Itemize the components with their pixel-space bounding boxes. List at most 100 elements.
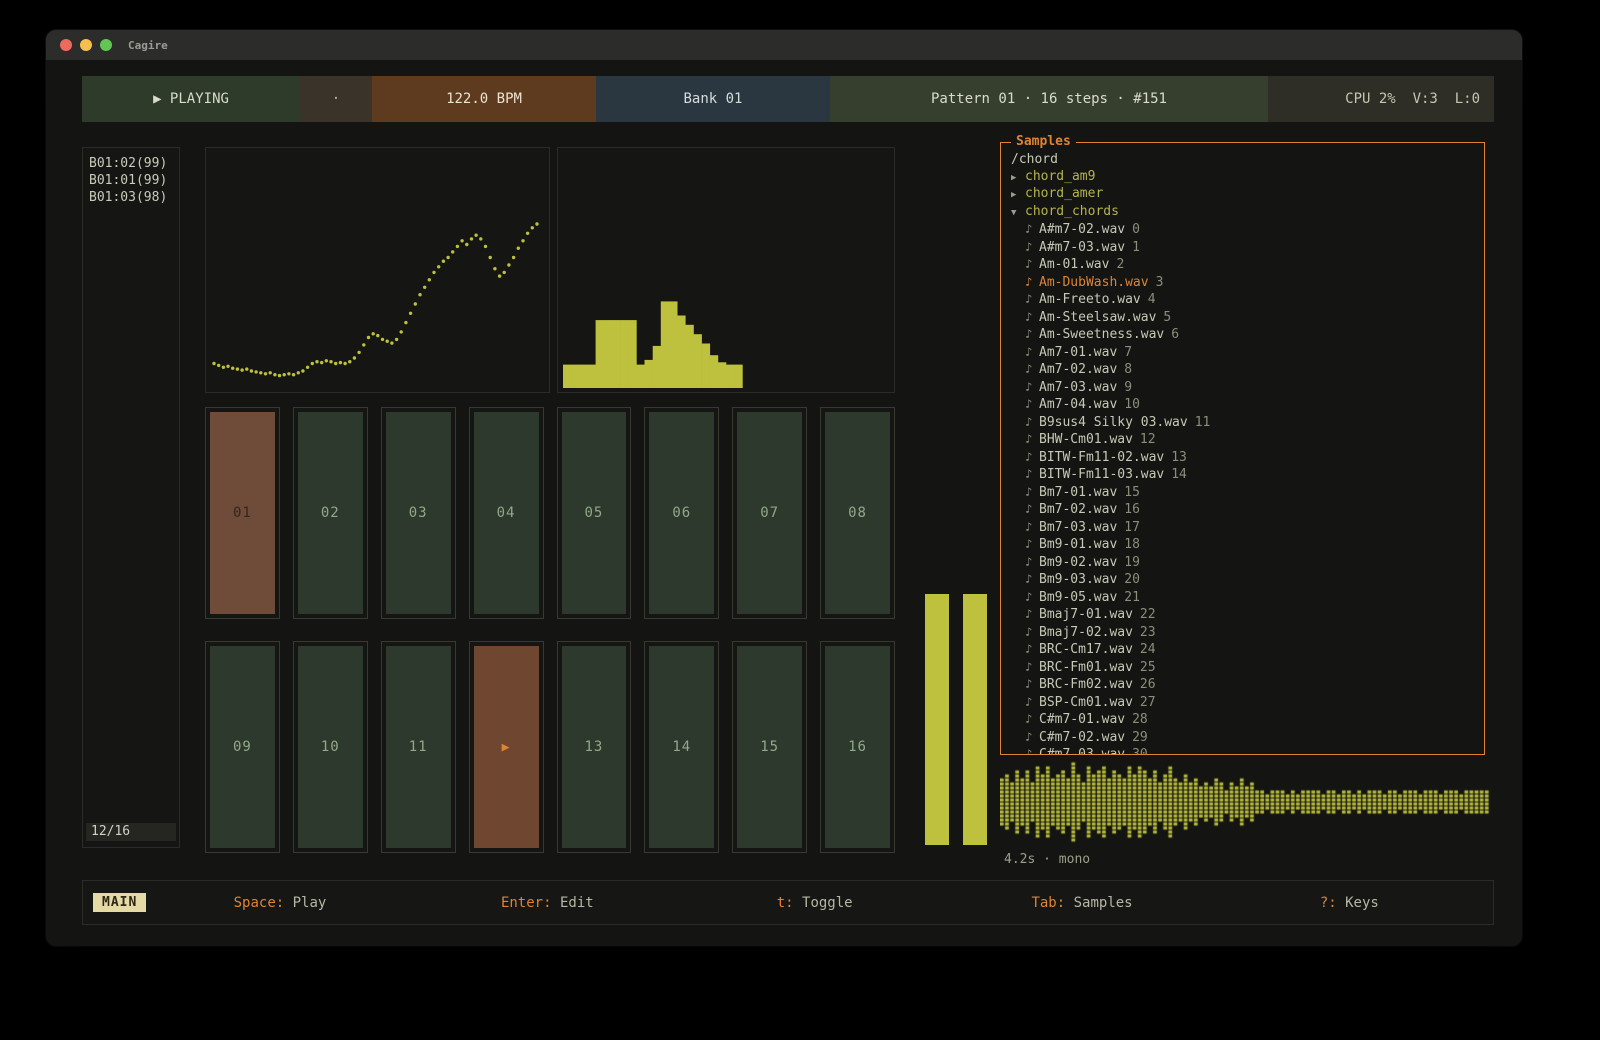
minimize-button[interactable] (80, 39, 92, 51)
hint-key: t: (777, 895, 794, 911)
pad-03[interactable]: 03 (381, 407, 456, 619)
pad-surface: 09 (210, 646, 275, 848)
sample-file[interactable]: ♪Am7-03.wav9 (1011, 379, 1474, 397)
pad-surface: 16 (825, 646, 890, 848)
pad-surface: 14 (649, 646, 714, 848)
pad-11[interactable]: 11 (381, 641, 456, 853)
sample-file[interactable]: ♪C#m7-02.wav29 (1011, 729, 1474, 747)
pad-label: 04 (497, 505, 516, 521)
sample-file[interactable]: ♪C#m7-01.wav28 (1011, 711, 1474, 729)
sample-file[interactable]: ♪Bm9-05.wav21 (1011, 589, 1474, 607)
file-name: BRC-Cm17.wav (1039, 642, 1133, 657)
pad-02[interactable]: 02 (293, 407, 368, 619)
key-hint: Space: Play (146, 895, 413, 911)
note-icon: ♪ (1025, 379, 1039, 396)
sample-folder[interactable]: ▶chord_am9 (1011, 169, 1474, 187)
sample-file[interactable]: ♪BHW-Cm01.wav12 (1011, 431, 1474, 449)
pad-04[interactable]: 04 (469, 407, 544, 619)
sample-file[interactable]: ♪Bm7-01.wav15 (1011, 484, 1474, 502)
file-name: Bm9-02.wav (1039, 555, 1117, 570)
sample-file[interactable]: ♪BITW-Fm11-02.wav13 (1011, 449, 1474, 467)
pad-01[interactable]: 01 (205, 407, 280, 619)
pad-surface: 10 (298, 646, 363, 848)
sample-file[interactable]: ♪Bmaj7-02.wav23 (1011, 624, 1474, 642)
sample-file[interactable]: ♪Bm9-01.wav18 (1011, 536, 1474, 554)
sample-file[interactable]: ♪Am-01.wav2 (1011, 256, 1474, 274)
file-name: Am7-02.wav (1039, 362, 1117, 377)
file-index: 11 (1195, 415, 1211, 430)
sample-file[interactable]: ♪Am7-04.wav10 (1011, 396, 1474, 414)
pad-08[interactable]: 08 (820, 407, 895, 619)
sample-file[interactable]: ♪Bm9-02.wav19 (1011, 554, 1474, 572)
pad-15[interactable]: 15 (732, 641, 807, 853)
sample-info: 4.2s · mono (1004, 852, 1090, 867)
sample-file[interactable]: ♪Bm9-03.wav20 (1011, 571, 1474, 589)
pad-13[interactable]: 13 (557, 641, 632, 853)
note-icon: ♪ (1025, 221, 1039, 238)
file-index: 3 (1156, 275, 1164, 290)
pitch-curve-chart (206, 148, 549, 392)
transport-status[interactable]: ▶ PLAYING (82, 76, 300, 122)
window-title: Cagire (128, 39, 168, 52)
pad-05[interactable]: 05 (557, 407, 632, 619)
pad-12[interactable]: ▶ (469, 641, 544, 853)
sample-file[interactable]: ♪BRC-Fm01.wav25 (1011, 659, 1474, 677)
sample-file[interactable]: ♪A#m7-02.wav0 (1011, 221, 1474, 239)
zoom-button[interactable] (100, 39, 112, 51)
sample-file[interactable]: ♪Am-Sweetness.wav6 (1011, 326, 1474, 344)
sample-file[interactable]: ♪Am-Freeto.wav4 (1011, 291, 1474, 309)
sample-file[interactable]: ♪Am-Steelsaw.wav5 (1011, 309, 1474, 327)
sample-file[interactable]: ♪BRC-Fm02.wav26 (1011, 676, 1474, 694)
file-name: BITW-Fm11-02.wav (1039, 450, 1164, 465)
note-events-panel: B01:02(99)B01:01(99)B01:03(98) 12/16 (82, 147, 180, 848)
note-icon: ♪ (1025, 589, 1039, 606)
file-name: Am-Steelsaw.wav (1039, 310, 1156, 325)
file-index: 18 (1124, 537, 1140, 552)
sample-file[interactable]: ♪Bm7-02.wav16 (1011, 501, 1474, 519)
samples-list[interactable]: /chord▶chord_am9▶chord_amer▼chord_chords… (1001, 143, 1484, 754)
sample-file[interactable]: ♪Am7-01.wav7 (1011, 344, 1474, 362)
note-icon: ♪ (1025, 326, 1039, 343)
pad-10[interactable]: 10 (293, 641, 368, 853)
pad-surface: 06 (649, 412, 714, 614)
sample-file[interactable]: ♪Bm7-03.wav17 (1011, 519, 1474, 537)
file-name: Bm9-01.wav (1039, 537, 1117, 552)
file-name: Bm7-03.wav (1039, 520, 1117, 535)
pad-16[interactable]: 16 (820, 641, 895, 853)
pad-07[interactable]: 07 (732, 407, 807, 619)
sample-file[interactable]: ♪Am-DubWash.wav3 (1011, 274, 1474, 292)
file-index: 9 (1124, 380, 1132, 395)
waveform-display (1000, 758, 1490, 846)
pad-label: 15 (760, 739, 779, 755)
sample-folder[interactable]: ▶chord_amer (1011, 186, 1474, 204)
file-name: Am7-01.wav (1039, 345, 1117, 360)
sample-file[interactable]: ♪BSP-Cm01.wav27 (1011, 694, 1474, 712)
sample-file[interactable]: ♪B9sus4 Silky 03.wav11 (1011, 414, 1474, 432)
file-name: BHW-Cm01.wav (1039, 432, 1133, 447)
sample-file[interactable]: ♪A#m7-03.wav1 (1011, 239, 1474, 257)
note-icon: ♪ (1025, 676, 1039, 693)
key-hint: ?: Keys (1216, 895, 1483, 911)
sample-file[interactable]: ♪BITW-Fm11-03.wav14 (1011, 466, 1474, 484)
bpm-display[interactable]: 122.0 BPM (372, 76, 596, 122)
sample-file[interactable]: ♪Bmaj7-01.wav22 (1011, 606, 1474, 624)
file-index: 26 (1140, 677, 1156, 692)
close-button[interactable] (60, 39, 72, 51)
pad-06[interactable]: 06 (644, 407, 719, 619)
note-icon: ♪ (1025, 344, 1039, 361)
sample-file[interactable]: ♪Am7-02.wav8 (1011, 361, 1474, 379)
file-index: 22 (1140, 607, 1156, 622)
bank-display[interactable]: Bank 01 (596, 76, 830, 122)
file-name: BSP-Cm01.wav (1039, 695, 1133, 710)
note-icon: ♪ (1025, 239, 1039, 256)
sample-file[interactable]: ♪C#m7-03.wav30 (1011, 746, 1474, 754)
folder-name: chord_am9 (1025, 169, 1095, 184)
sample-folder[interactable]: ▼chord_chords (1011, 204, 1474, 222)
pad-14[interactable]: 14 (644, 641, 719, 853)
note-icon: ♪ (1025, 554, 1039, 571)
pattern-display[interactable]: Pattern 01 · 16 steps · #151 (830, 76, 1268, 122)
sample-file[interactable]: ♪BRC-Cm17.wav24 (1011, 641, 1474, 659)
file-name: Am-01.wav (1039, 257, 1109, 272)
pad-09[interactable]: 09 (205, 641, 280, 853)
chevron-expanded-icon: ▼ (1011, 205, 1025, 222)
